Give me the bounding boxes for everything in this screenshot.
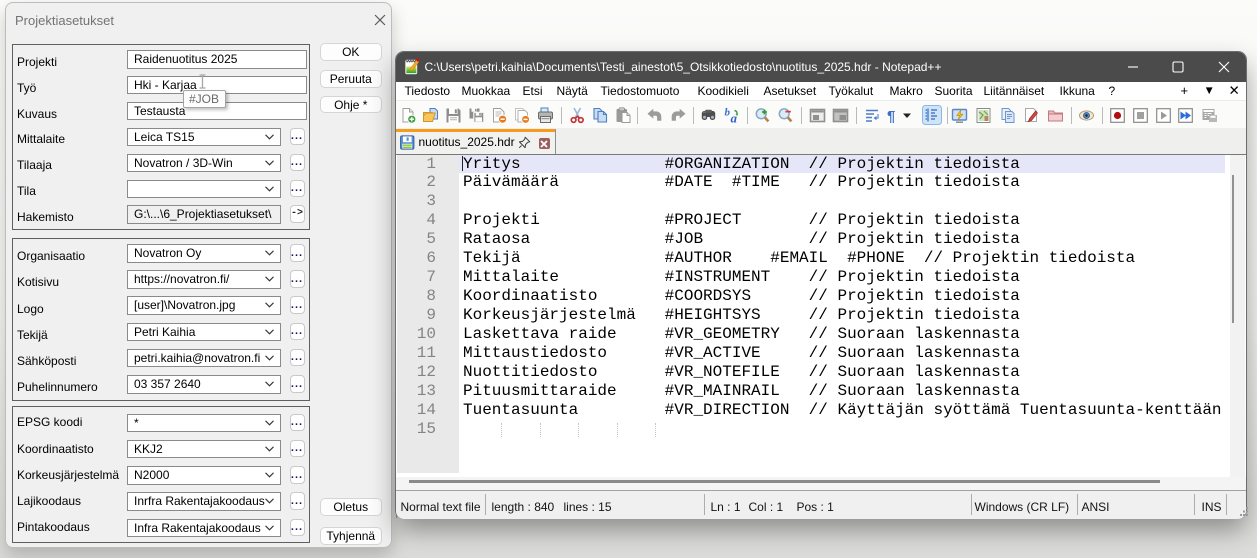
svg-text:¶: ¶ (887, 108, 895, 124)
